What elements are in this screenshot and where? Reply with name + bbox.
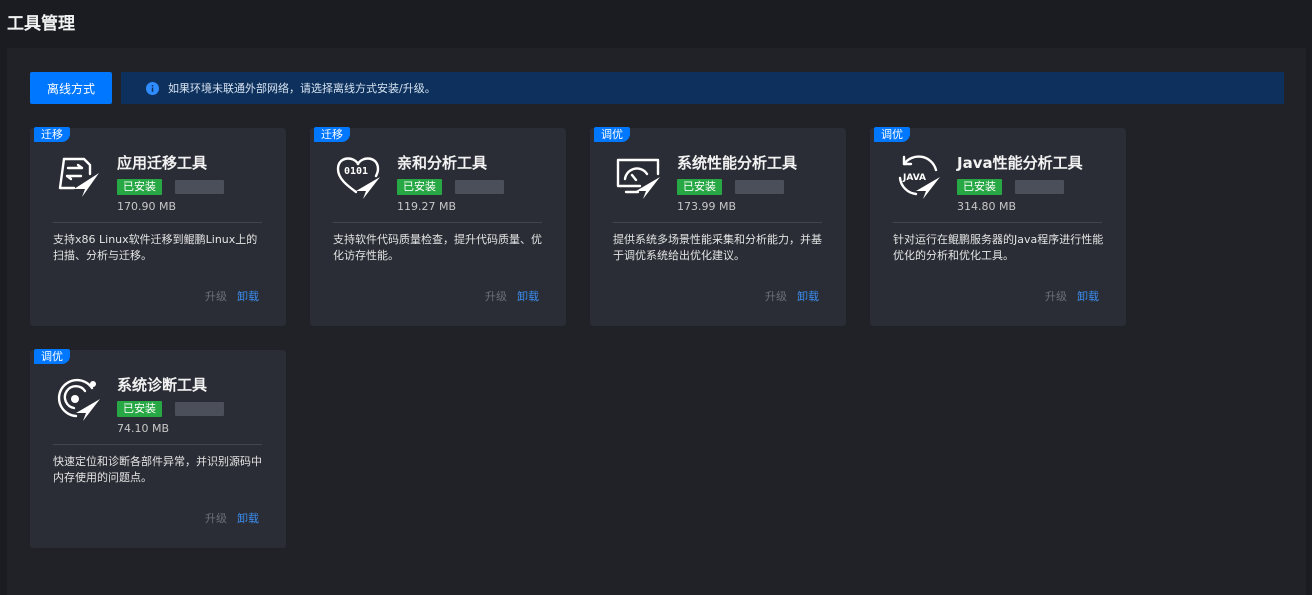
tool-name: 系统性能分析工具 <box>677 154 798 172</box>
category-tag: 调优 <box>594 127 630 142</box>
category-tag: 迁移 <box>314 127 350 142</box>
tool-panel: 离线方式 如果环境未联通外部网络，请选择离线方式安装/升级。 迁移 应用迁移工具… <box>7 48 1306 595</box>
tool-name: 系统诊断工具 <box>117 376 208 394</box>
tool-description: 快速定位和诊断各部件异常，并识别源码中内存使用的问题点。 <box>53 455 262 484</box>
version-placeholder <box>175 180 224 194</box>
performance-monitor-icon <box>616 158 660 199</box>
tool-description: 支持软件代码质量检查，提升代码质量、优化访存性能。 <box>333 233 542 262</box>
tool-size: 170.90 MB <box>117 200 177 213</box>
svg-text:JAVA: JAVA <box>902 173 926 183</box>
category-tag: 迁移 <box>34 127 70 142</box>
divider <box>333 222 542 223</box>
tool-description: 针对运行在鲲鹏服务器的Java程序进行性能优化的分析和优化工具。 <box>893 233 1104 262</box>
installed-badge: 已安装 <box>117 179 162 195</box>
tool-name: 亲和分析工具 <box>397 154 488 172</box>
tool-card-affinity: 迁移 0101 亲和分析工具 已安装 119.27 MB 支持软件代码质量检查，… <box>310 127 566 326</box>
uninstall-link[interactable]: 卸载 <box>517 288 539 304</box>
tool-description: 支持x86 Linux软件迁移到鲲鹏Linux上的扫描、分析与迁移。 <box>53 233 258 262</box>
version-placeholder <box>175 402 224 416</box>
svg-text:0101: 0101 <box>344 166 368 177</box>
uninstall-link[interactable]: 卸载 <box>797 288 819 304</box>
installed-badge: 已安装 <box>117 401 162 417</box>
uninstall-link[interactable]: 卸载 <box>237 288 259 304</box>
tool-card-java-performance: 调优 JAVA Java性能分析工具 已安装 314.80 MB 针对运行在鲲鹏… <box>870 127 1126 326</box>
tool-size: 119.27 MB <box>397 200 457 213</box>
category-tag: 调优 <box>34 349 70 364</box>
uninstall-link[interactable]: 卸载 <box>1077 288 1099 304</box>
info-icon <box>146 81 159 95</box>
notice-text: 如果环境未联通外部网络，请选择离线方式安装/升级。 <box>168 82 436 95</box>
upgrade-link[interactable]: 升级 <box>765 288 787 304</box>
migration-icon <box>58 157 99 197</box>
tool-name: 应用迁移工具 <box>117 154 208 172</box>
upgrade-link[interactable]: 升级 <box>485 288 507 304</box>
upgrade-link[interactable]: 升级 <box>205 510 227 526</box>
divider <box>613 222 822 223</box>
tool-card-system-diagnosis: 调优 系统诊断工具 已安装 74.10 MB 快速定位和诊断各部件异常，并识别源… <box>30 349 286 548</box>
version-placeholder <box>1015 180 1064 194</box>
upgrade-link[interactable]: 升级 <box>1045 288 1067 304</box>
installed-badge: 已安装 <box>677 179 722 195</box>
top-bar: 工具管理 <box>0 0 1312 44</box>
installed-badge: 已安装 <box>957 179 1002 195</box>
page-title: 工具管理 <box>7 14 75 34</box>
offline-mode-button[interactable]: 离线方式 <box>30 72 112 104</box>
diagnosis-icon <box>57 378 100 421</box>
category-tag: 调优 <box>874 127 910 142</box>
divider <box>893 222 1102 223</box>
tool-card-migration: 迁移 应用迁移工具 已安装 170.90 MB 支持x86 Linux软件迁移到… <box>30 127 286 326</box>
tool-size: 314.80 MB <box>957 200 1017 213</box>
version-placeholder <box>735 180 784 194</box>
tool-card-system-performance: 调优 系统性能分析工具 已安装 173.99 MB 提供系统多场景性能采集和分析… <box>590 127 846 326</box>
java-icon: JAVA <box>898 155 940 199</box>
installed-badge: 已安装 <box>397 179 442 195</box>
tool-size: 74.10 MB <box>117 422 170 435</box>
divider <box>53 444 262 445</box>
tool-size: 173.99 MB <box>677 200 737 213</box>
offline-notice: 如果环境未联通外部网络，请选择离线方式安装/升级。 <box>121 72 1284 104</box>
tool-description: 提供系统多场景性能采集和分析能力，并基于调优系统给出优化建议。 <box>613 233 822 262</box>
tool-name: Java性能分析工具 <box>957 154 1083 172</box>
version-placeholder <box>455 180 504 194</box>
uninstall-link[interactable]: 卸载 <box>237 510 259 526</box>
divider <box>53 222 262 223</box>
upgrade-link[interactable]: 升级 <box>205 288 227 304</box>
affinity-icon: 0101 <box>336 157 380 199</box>
